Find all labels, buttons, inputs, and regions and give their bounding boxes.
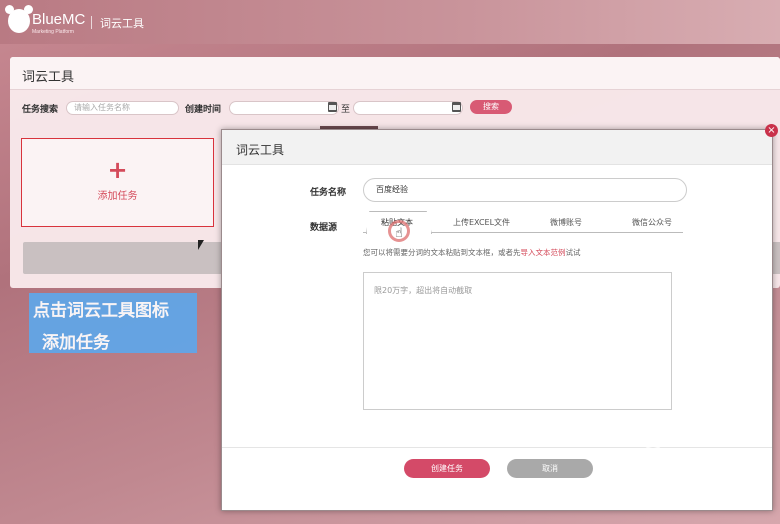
header-divider [91,16,92,29]
end-date-input[interactable] [353,101,463,115]
brand-subtitle: Marketing Platform [32,29,74,35]
create-task-button[interactable]: 创建任务 [404,459,490,478]
hint-text: 您可以将需要分词的文本粘贴到文本框，或者先 [363,248,521,257]
paw-icon [642,445,664,469]
dialog-header: 词云工具 [222,130,772,165]
start-date-input[interactable] [229,101,339,115]
panel-title: 词云工具 [22,70,75,85]
tab-wechat-account[interactable]: 微信公众号 [632,217,672,228]
top-bar: BlueMC Marketing Platform 词云工具 [0,0,780,44]
cancel-button[interactable]: 取消 [507,459,593,478]
plus-icon: + [107,156,128,184]
baidu-jingyan-watermark: Bai 经验 jingyan.baidu.com [598,443,748,513]
watermark-url: jingyan.baidu.com [598,489,679,500]
annotation-line-1: 点击词云工具图标 [33,301,169,321]
task-name-input[interactable]: 百度经验 [363,178,687,202]
close-icon[interactable]: × [765,124,778,137]
mouse-pointer-icon [198,240,204,250]
data-source-label: 数据源 [310,223,338,233]
tutorial-annotation: 点击词云工具图标 添加任务 [29,293,197,353]
header-page-title: 词云工具 [100,17,144,30]
hand-pointer-icon: ☝ [395,226,403,241]
paste-hint: 您可以将需要分词的文本粘贴到文本框，或者先导入文本范例试试 [363,247,581,258]
import-sample-link[interactable]: 导入文本范例 [521,248,566,257]
dialog-title: 词云工具 [236,143,285,157]
add-task-card[interactable]: + 添加任务 [21,138,214,227]
calendar-icon[interactable] [328,102,337,112]
date-range-separator: 至 [341,105,351,115]
calendar-icon[interactable] [452,102,461,112]
bluemc-logo-icon[interactable] [5,5,33,33]
tab-weibo-account[interactable]: 微博账号 [550,217,582,228]
task-search-input[interactable]: 请输入任务名称 [66,101,179,115]
brand-name[interactable]: BlueMC [32,11,85,28]
task-search-label: 任务搜索 [22,105,59,115]
data-source-tabs: 粘贴文本 上传EXCEL文件 微博账号 微信公众号 [363,211,683,234]
text-input-area[interactable]: 限20万字，超出将自动截取 [363,272,672,410]
created-time-label: 创建时间 [185,105,222,115]
tab-upload-excel[interactable]: 上传EXCEL文件 [453,217,510,228]
annotation-line-2: 添加任务 [42,333,110,353]
search-button[interactable]: 搜索 [470,100,512,114]
add-task-label: 添加任务 [97,191,138,202]
task-name-label: 任务名称 [310,188,347,198]
panel-header [10,57,780,90]
hint-text-end: 试试 [565,248,581,257]
task-list-bar [23,242,223,274]
